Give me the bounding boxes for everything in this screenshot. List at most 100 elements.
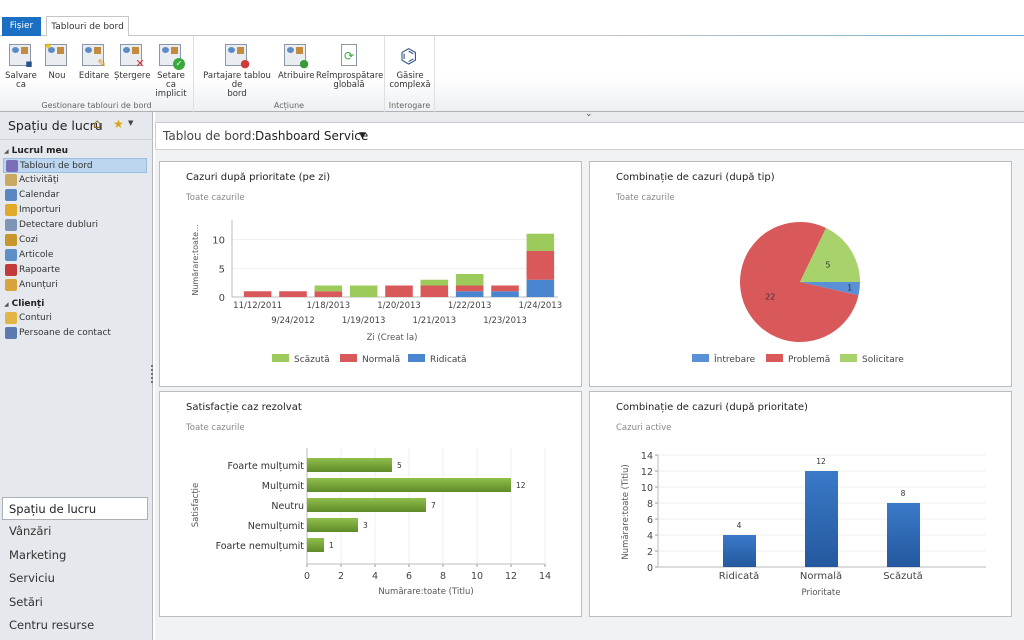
x-tick-label: 1/23/2013 [483,316,527,326]
area-workspace[interactable]: Spațiu de lucru [2,497,148,521]
legend-swatch [272,354,289,362]
set-default-button[interactable]: ✓ Setare ca implicit [152,40,190,99]
nav-item-label: Activități [19,175,59,185]
advanced-find-icon: ⌬ [400,44,418,68]
x-tick-label: 1/24/2013 [519,301,563,311]
advanced-find-button[interactable]: ⌬ Găsire complexă [387,40,433,90]
tab-dashboards[interactable]: Tablouri de bord [46,16,129,37]
favorites-icon[interactable]: ★ [113,117,124,131]
y-tick-label: 12 [641,467,653,478]
nav-item[interactable]: Tablouri de bord [3,158,147,173]
x-tick-label: 10 [471,571,483,582]
data-label: 5 [825,260,830,269]
dashboard-selector[interactable]: Dashboard Service [255,129,368,143]
x-axis-title: Zi (Creat la) [367,333,418,343]
advanced-find-label-2: complexă [389,80,431,90]
nav-item-icon [5,327,17,339]
assign-icon: ● [283,43,309,70]
ribbon-group-query-label: Interogare [388,101,431,110]
bar [307,518,358,532]
y-tick-label: Foarte nemulțumit [216,541,305,552]
nav-item-label: Articole [19,250,54,260]
legend-label: Întrebare [713,353,756,365]
new-button[interactable]: ✦ Nou [42,40,72,81]
bar [307,478,511,492]
nav-item[interactable]: Activități [3,173,147,188]
bar-segment [455,285,484,292]
nav-item[interactable]: Articole [3,248,147,263]
y-tick-label: 10 [212,236,225,247]
nav-item-label: Conturi [19,313,52,323]
x-tick-label: 9/24/2012 [271,316,315,326]
new-label: Nou [48,71,66,81]
ribbon-tab-bar: Fișier Tablouri de bord [0,0,1024,37]
nav-item-label: Detectare dubluri [19,220,98,230]
data-label: 8 [901,489,906,498]
caret-down-icon[interactable]: ▼ [359,131,366,141]
ribbon-group-action-label: Acțiune [273,101,305,110]
area-resource-center[interactable]: Centru resurse [0,614,153,637]
nav-item[interactable]: Cozi [3,233,147,248]
save-as-button[interactable]: ▪ Salvare ca [2,40,40,90]
area-settings[interactable]: Setări [0,591,153,614]
area-marketing[interactable]: Marketing [0,544,153,567]
nav-item-icon [5,312,17,324]
assign-button[interactable]: ● Atribuire [278,40,315,81]
ribbon-group-query: ⌬ Găsire complexă Interogare [385,36,435,112]
data-label: 1 [847,284,852,293]
x-tick-label: 1/18/2013 [307,301,351,311]
ribbon-group-manage-label: Gestionare tablouri de bord [41,101,152,110]
x-tick-label: 8 [440,571,446,582]
nav-item[interactable]: Anunțuri [3,278,147,293]
dashboard-header: Tablou de bord: Dashboard Service ▼ [155,123,1024,150]
edit-icon: ✎ [81,43,107,70]
nav-group-customers[interactable]: ◢ Clienți [4,299,44,309]
new-icon: ✦ [43,41,70,69]
area-sales[interactable]: Vânzări [0,520,153,543]
nav-item-label: Rapoarte [19,265,61,275]
chart-panel-satisfaction: Satisfacție caz rezolvat Toate cazurile … [159,391,582,617]
legend-swatch [766,354,783,362]
home-icon[interactable]: ⌂ [93,117,101,132]
area-switcher: Spațiu de lucru Vânzări Marketing Servic… [0,497,153,637]
bar [307,498,426,512]
stacked-bar-chart: 0 5 10 11/12/2011 9/24/2012 1/18/2013 1/19/201… [191,220,563,365]
bar [723,535,756,567]
save-as-label-2: ca [16,80,26,90]
nav-item[interactable]: Conturi [3,311,147,326]
global-refresh-button[interactable]: ⟳ Reîmprospătare globală [316,40,383,90]
x-tick-label: 0 [304,571,310,582]
nav-item-icon [5,249,17,261]
ribbon-group-manage: ▪ Salvare ca ✦ Nou ✎ Editare ✕ Ștergere … [0,36,194,112]
nav-item[interactable]: Calendar [3,188,147,203]
nav-item[interactable]: Importuri [3,203,147,218]
tab-file[interactable]: Fișier [2,17,41,36]
pie-chart: 1 22 5 Întrebare Problemă Solicitare [692,222,904,365]
share-button[interactable]: ● Partajare tablou de bord [198,40,276,99]
bar-segment [314,285,343,292]
area-service[interactable]: Serviciu [0,567,153,590]
delete-label: Ștergere [114,71,151,81]
data-label: 12 [816,457,826,466]
nav-item[interactable]: Persoane de contact [3,326,147,341]
x-tick-label: Normală [800,571,842,582]
ribbon-group-action: ● Partajare tablou de bord ● Atribuire ⟳… [194,36,385,112]
nav-group-my-work[interactable]: ◢ Lucrul meu [4,146,68,156]
delete-button[interactable]: ✕ Ștergere [114,40,150,81]
x-tick-label: 1/21/2013 [413,316,457,326]
y-axis-title: Numărare:toate... [191,224,200,295]
chart-panel-priority-by-day: Cazuri după prioritate (pe zi) Toate caz… [159,161,582,387]
chevron-down-icon[interactable]: ⌄ [585,109,593,119]
y-tick-label: 0 [219,293,225,304]
x-tick-label: Scăzută [883,571,923,582]
legend-swatch [692,354,709,362]
edit-button[interactable]: ✎ Editare [76,40,112,81]
bar-segment [243,291,272,297]
x-axis-title: Prioritate [802,588,841,598]
data-label: 12 [516,481,526,490]
nav-item[interactable]: Detectare dubluri [3,218,147,233]
ribbon-collapse-strip: ⌄ [155,109,1024,123]
nav-item[interactable]: Rapoarte [3,263,147,278]
caret-down-icon[interactable]: ▼ [128,119,133,127]
global-refresh-label-2: globală [333,80,365,90]
